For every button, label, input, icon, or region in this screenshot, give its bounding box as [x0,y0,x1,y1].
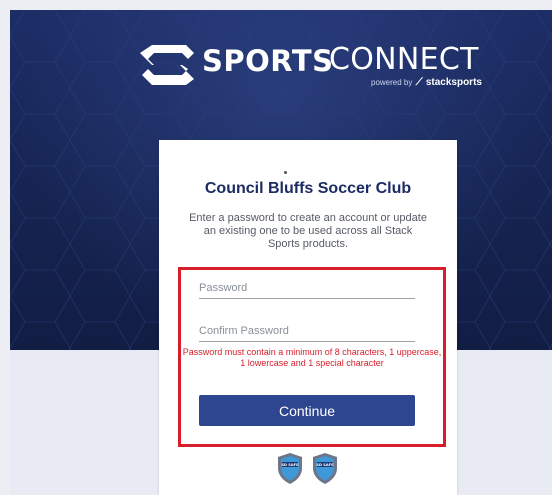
password-requirements-error: Password must contain a minimum of 8 cha… [182,347,442,368]
safe-sport-shield-icon: SD SAFE [313,453,337,484]
confirm-password-input[interactable] [199,316,415,341]
confirm-password-field [199,316,415,342]
intro-text: Enter a password to create an account or… [189,212,427,250]
club-title: Council Bluffs Soccer Club [204,180,412,197]
password-input[interactable] [199,273,415,298]
sports-connect-logo: SPORTS CONNECT powered by ⟋ stacksports [138,40,482,90]
powered-by-stack-sports: powered by ⟋ stacksports [371,77,482,88]
logo-sports-text: SPORTS [202,44,334,78]
sports-connect-s-icon [140,45,194,85]
password-field [199,273,415,299]
badge-label: SD SAFE [316,463,334,467]
logo-connect-text: CONNECT [329,42,479,77]
dot-separator [284,171,287,174]
powered-by-text: powered by [371,78,413,87]
safe-sport-shield-icon: SD SAFE [278,453,302,484]
badge-label: SD SAFE [281,463,299,467]
stack-sports-icon: ⟋ [415,77,423,88]
continue-button[interactable]: Continue [199,395,415,426]
stack-sports-text: stacksports [425,77,482,88]
